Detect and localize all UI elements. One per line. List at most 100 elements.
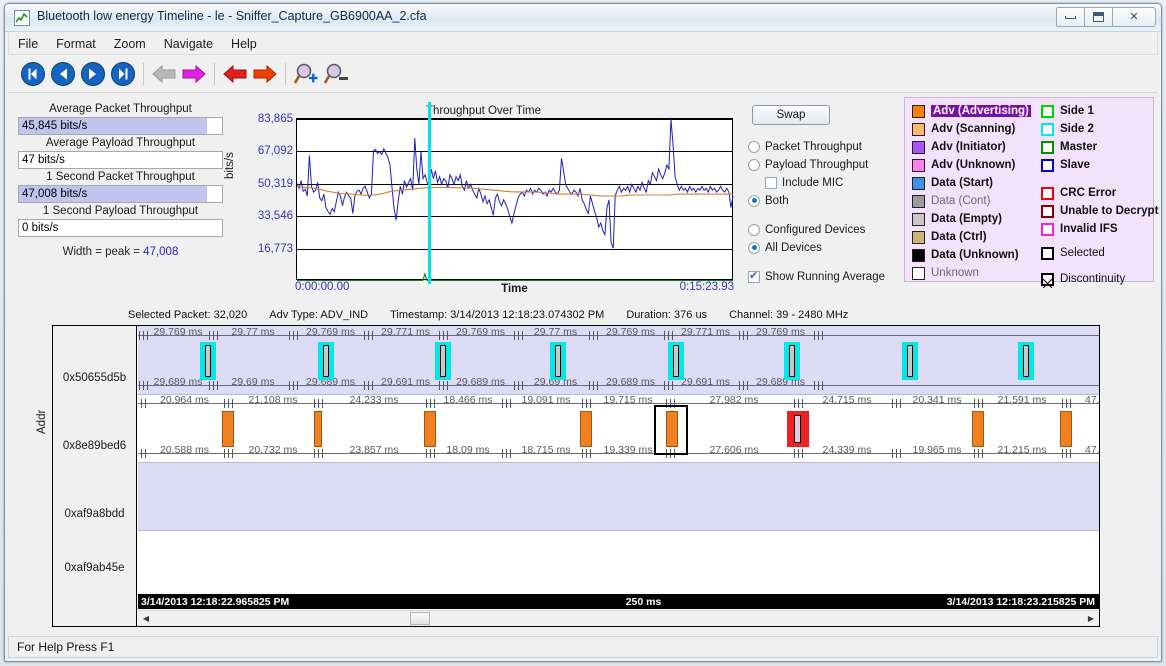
- timeline-packet[interactable]: [902, 342, 918, 380]
- radio-icon-configured: [748, 223, 760, 236]
- address-3[interactable]: 0xaf9ab45e: [53, 562, 136, 574]
- forward-arrow-icon[interactable]: [179, 59, 209, 89]
- info-duration: Duration: 376 us: [626, 309, 708, 321]
- legend-side-swatch-icon: [1041, 122, 1054, 136]
- legend-packet-type-item[interactable]: Data (Unknown): [912, 246, 1031, 264]
- next-marker-icon[interactable]: [250, 59, 280, 89]
- prev-marker-icon[interactable]: [220, 59, 250, 89]
- swap-button[interactable]: Swap: [752, 105, 830, 125]
- previous-icon[interactable]: [48, 59, 78, 89]
- stat-label-0: Average Packet Throughput: [49, 103, 192, 115]
- address-0[interactable]: 0x50655d5b: [53, 372, 136, 384]
- timeline-packet[interactable]: [668, 342, 684, 380]
- checkbox-show-running-average[interactable]: Show Running Average: [748, 268, 898, 285]
- legend-packet-type-item[interactable]: Data (Cont): [912, 192, 1031, 210]
- timeline-packet[interactable]: [318, 342, 334, 380]
- legend-packet-type-item[interactable]: Data (Ctrl): [912, 228, 1031, 246]
- radio-all-devices[interactable]: All Devices: [748, 239, 898, 256]
- chart-plot-area[interactable]: 83,865 67,092 50,319 33,546 16,773 0:00:00.00…: [258, 102, 734, 293]
- chart-ytick-0: 83,865: [257, 113, 293, 125]
- first-icon[interactable]: [18, 59, 48, 89]
- scroll-left-arrow-icon[interactable]: ◀: [138, 611, 154, 626]
- stat-value-box-1: 47 bits/s: [18, 151, 223, 169]
- legend-packet-type-item[interactable]: Unknown: [912, 264, 1031, 282]
- back-arrow-icon[interactable]: [149, 59, 179, 89]
- timeline-packet[interactable]: [314, 411, 322, 447]
- legend-packet-type-label: Data (Empty): [931, 213, 1002, 225]
- legend-packet-type-swatch-icon: [912, 194, 925, 208]
- legend-misc-item[interactable]: Selected: [1041, 240, 1125, 266]
- timeline-packet[interactable]: [1018, 342, 1034, 380]
- timeline-packet[interactable]: [1055, 411, 1077, 447]
- legend-error-label: Invalid IFS: [1060, 223, 1118, 235]
- timeline-packet[interactable]: [967, 411, 989, 447]
- timeline-packet[interactable]: [217, 411, 239, 447]
- next-icon[interactable]: [78, 59, 108, 89]
- chart-ytick-4: 16,773: [257, 242, 293, 255]
- address-1[interactable]: 0x8e89bed6: [53, 440, 136, 452]
- lane-0xaf9a8bdd[interactable]: [138, 462, 1099, 530]
- legend-packet-type-item[interactable]: Adv (Advertising): [912, 102, 1031, 120]
- legend-error-item[interactable]: CRC Error: [1041, 184, 1158, 202]
- row2-top-interval-tick: [974, 399, 983, 408]
- timeline-packet[interactable]: [435, 342, 451, 380]
- checkbox-include-mic[interactable]: Include MIC: [748, 174, 898, 191]
- timeline-packet[interactable]: [575, 411, 597, 447]
- menu-zoom[interactable]: Zoom: [105, 35, 155, 53]
- radio-configured-devices[interactable]: Configured Devices: [748, 221, 898, 238]
- legend-packet-type-item[interactable]: Adv (Unknown): [912, 156, 1031, 174]
- scrollbar-thumb[interactable]: [410, 612, 430, 625]
- legend-packet-type-swatch-icon: [912, 230, 925, 244]
- legend-side-item[interactable]: Side 1: [1041, 102, 1097, 120]
- app-icon: [14, 10, 30, 26]
- legend-error-swatch-icon: [1041, 222, 1054, 236]
- timeline-packet[interactable]: [550, 342, 566, 380]
- maximize-button[interactable]: [1084, 7, 1113, 27]
- scroll-right-arrow-icon[interactable]: ▶: [1083, 611, 1099, 626]
- menu-file[interactable]: File: [9, 35, 47, 53]
- radio-payload-throughput[interactable]: Payload Throughput: [748, 156, 898, 173]
- legend-error-item[interactable]: Unable to Decrypt: [1041, 202, 1158, 220]
- lane-0xaf9ab45e[interactable]: [138, 530, 1099, 598]
- menu-help[interactable]: Help: [222, 35, 266, 53]
- legend-side-item[interactable]: Side 2: [1041, 120, 1097, 138]
- timeline-packet[interactable]: [419, 411, 441, 447]
- chart-ytick-3: 33,546: [257, 210, 293, 223]
- timeline-lanes[interactable]: 29.769 ms 29.77 ms 29.769 ms 29.771 ms 29.76…: [138, 326, 1099, 626]
- timeline-hscrollbar[interactable]: ◀ ▶: [138, 610, 1099, 626]
- legend-packet-type-label: Data (Unknown): [931, 249, 1019, 261]
- zoom-in-icon[interactable]: [291, 59, 321, 89]
- legend-side-item[interactable]: Slave: [1041, 156, 1097, 174]
- selected-packet-box: [654, 405, 688, 455]
- maximize-icon: [1093, 12, 1104, 22]
- menu-navigate[interactable]: Navigate: [155, 35, 222, 53]
- zoom-out-icon[interactable]: [321, 59, 351, 89]
- radio-both[interactable]: Both: [748, 192, 898, 209]
- legend-packet-type-item[interactable]: Data (Start): [912, 174, 1031, 192]
- row1-top-interval-label: 29.771 ms: [680, 326, 731, 338]
- timeline-packet[interactable]: [784, 342, 800, 380]
- minimize-button[interactable]: [1056, 7, 1085, 27]
- row1-bottom-interval-label: 29.689 ms: [153, 376, 203, 388]
- chart-cursor-line[interactable]: [428, 102, 432, 284]
- legend-packet-type-item[interactable]: Adv (Scanning): [912, 120, 1031, 138]
- menu-format[interactable]: Format: [47, 35, 105, 53]
- address-2[interactable]: 0xaf9a8bdd: [53, 508, 136, 520]
- last-icon[interactable]: [108, 59, 138, 89]
- legend-error-item[interactable]: Invalid IFS: [1041, 220, 1158, 238]
- legend-misc-item[interactable]: Discontinuity: [1041, 266, 1125, 292]
- packet-bar: [314, 411, 322, 447]
- legend-packet-type-swatch-icon: [912, 176, 925, 190]
- radio-packet-throughput[interactable]: Packet Throughput: [748, 138, 898, 155]
- row2-bottom-interval-label: 18.715 ms: [521, 444, 571, 456]
- close-button[interactable]: ✕: [1112, 7, 1156, 27]
- row1-bottom-interval-tick: [439, 381, 448, 390]
- legend-packet-type-item[interactable]: Adv (Initiator): [912, 138, 1031, 156]
- timeline-packet[interactable]: [200, 342, 216, 380]
- info-adv-type: Adv Type: ADV_IND: [269, 309, 369, 321]
- legend-side-item[interactable]: Master: [1041, 138, 1097, 156]
- timeline-packet[interactable]: [787, 411, 809, 447]
- legend-packet-type-item[interactable]: Data (Empty): [912, 210, 1031, 228]
- menu-bar: File Format Zoom Navigate Help: [8, 33, 1158, 55]
- checkbox-label-running-average: Show Running Average: [765, 270, 885, 283]
